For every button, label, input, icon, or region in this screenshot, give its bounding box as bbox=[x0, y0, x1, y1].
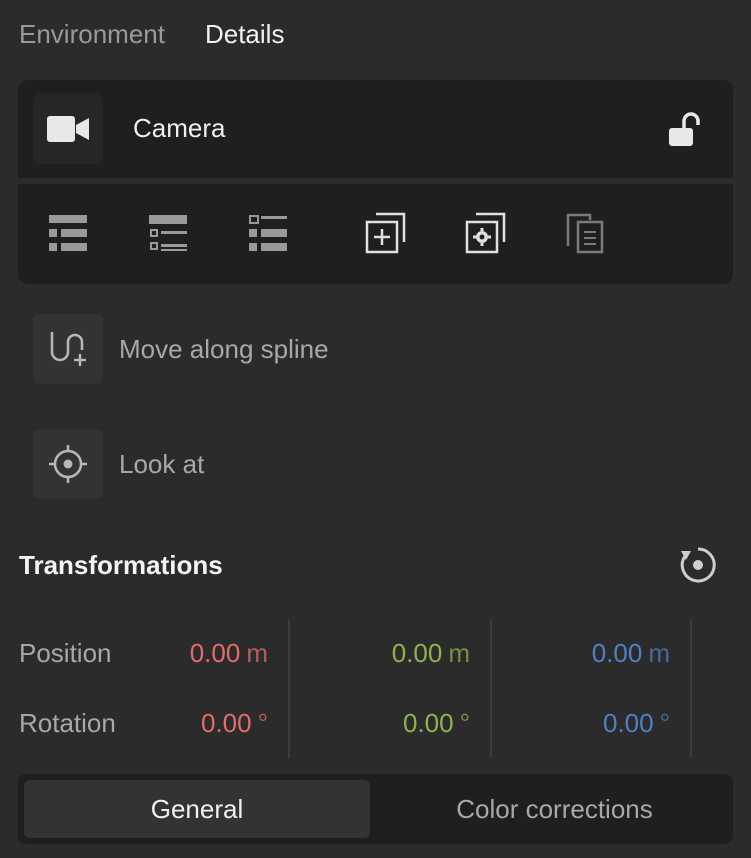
column-divider bbox=[288, 620, 290, 758]
tab-general[interactable]: General bbox=[24, 780, 370, 838]
rotation-y-field[interactable]: 0.00 ° bbox=[300, 708, 470, 739]
duplicate-add-icon[interactable] bbox=[361, 208, 411, 258]
object-name: Camera bbox=[133, 113, 226, 143]
position-x-unit: m bbox=[246, 638, 268, 668]
bottom-tabs: General Color corrections bbox=[18, 774, 733, 844]
panel-tabs: Environment Details bbox=[19, 14, 284, 54]
object-card: Camera bbox=[18, 80, 733, 284]
rotation-z-field[interactable]: 0.00 ° bbox=[500, 708, 670, 739]
position-y-unit: m bbox=[448, 638, 470, 668]
object-header: Camera bbox=[18, 80, 733, 178]
object-toolbar bbox=[18, 184, 733, 284]
rotation-y-value: 0.00 bbox=[402, 708, 454, 738]
list-expand-icon[interactable] bbox=[143, 208, 193, 258]
unlocked-padlock-icon[interactable] bbox=[663, 108, 707, 152]
rotation-x-unit: ° bbox=[257, 708, 268, 738]
look-at-label: Look at bbox=[119, 448, 205, 479]
position-x-value: 0.00 bbox=[189, 638, 241, 668]
position-z-unit: m bbox=[648, 638, 670, 668]
camera-icon bbox=[33, 94, 103, 164]
look-at-button[interactable]: Look at bbox=[33, 429, 204, 499]
crosshair-target-icon bbox=[33, 429, 103, 499]
position-z-value: 0.00 bbox=[591, 638, 643, 668]
spline-add-icon bbox=[33, 314, 103, 384]
position-z-field[interactable]: 0.00 m bbox=[500, 638, 670, 669]
paste-document-icon[interactable] bbox=[561, 208, 611, 258]
rotation-x-field[interactable]: 0.00 ° bbox=[98, 708, 268, 739]
transformations-title: Transformations bbox=[19, 550, 223, 580]
rotation-x-value: 0.00 bbox=[200, 708, 252, 738]
duplicate-settings-icon[interactable] bbox=[461, 208, 511, 258]
rotation-y-unit: ° bbox=[459, 708, 470, 738]
list-collapse-all-icon[interactable] bbox=[43, 208, 93, 258]
reset-rotate-icon[interactable] bbox=[676, 543, 720, 587]
move-along-spline-label: Move along spline bbox=[119, 333, 329, 364]
position-x-field[interactable]: 0.00 m bbox=[98, 638, 268, 669]
tab-details[interactable]: Details bbox=[205, 19, 284, 50]
details-panel: Environment Details Camera Move along sp… bbox=[0, 0, 751, 858]
position-y-field[interactable]: 0.00 m bbox=[300, 638, 470, 669]
list-outline-icon[interactable] bbox=[243, 208, 293, 258]
rotation-z-value: 0.00 bbox=[602, 708, 654, 738]
position-y-value: 0.00 bbox=[391, 638, 443, 668]
column-divider bbox=[690, 620, 692, 758]
column-divider bbox=[490, 620, 492, 758]
tab-color-corrections[interactable]: Color corrections bbox=[382, 780, 727, 838]
move-along-spline-button[interactable]: Move along spline bbox=[33, 314, 329, 384]
rotation-z-unit: ° bbox=[659, 708, 670, 738]
tab-environment[interactable]: Environment bbox=[19, 19, 165, 50]
